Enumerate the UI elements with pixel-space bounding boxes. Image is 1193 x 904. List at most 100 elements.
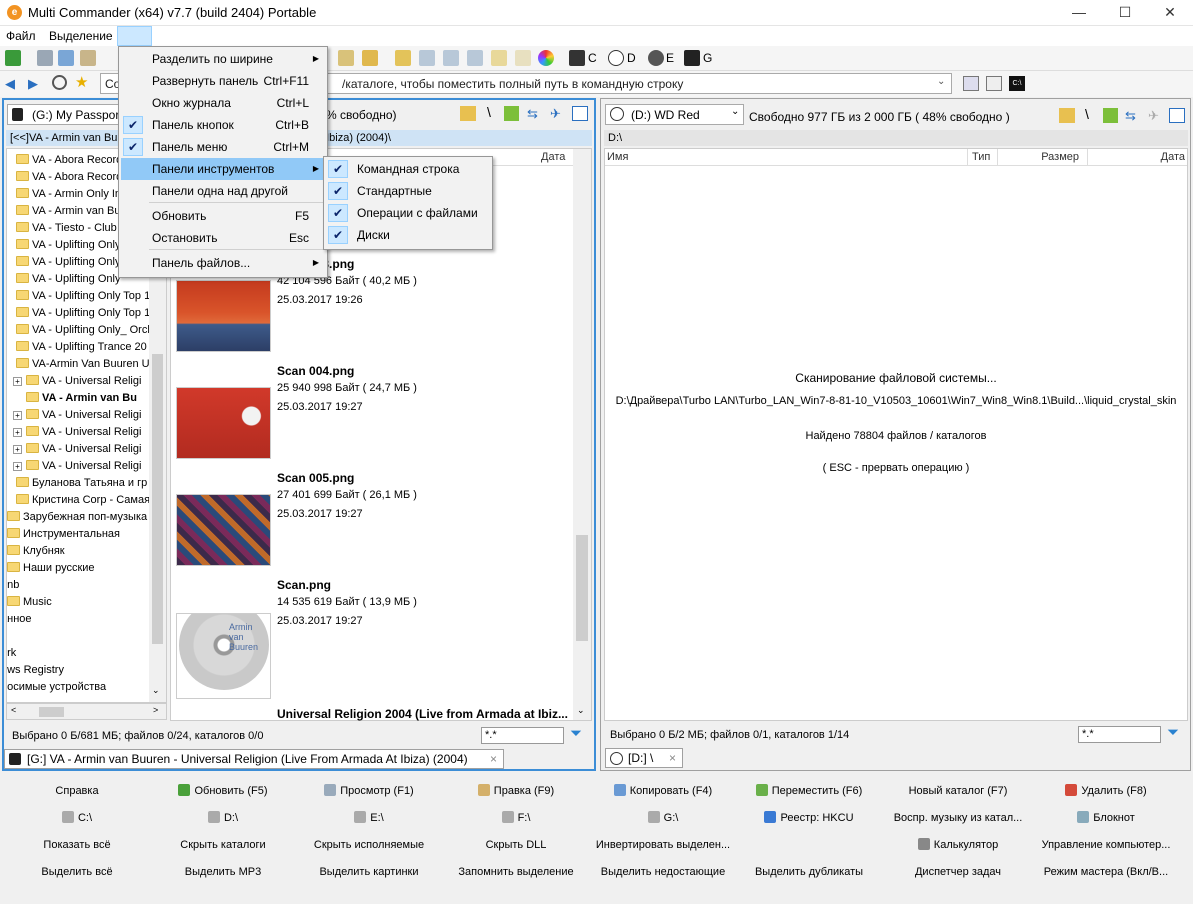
forward-icon[interactable]: ▶ — [28, 76, 38, 92]
tree-item[interactable]: ows Registry — [7, 662, 64, 679]
drive-e-icon[interactable] — [648, 50, 664, 66]
tree-item[interactable]: VA - Uplifting Only Top 1 — [16, 305, 150, 322]
menu-item[interactable]: Панель файлов... ▶ — [121, 252, 325, 274]
function-button[interactable]: Инвертировать выделен... — [590, 833, 736, 857]
tree-item[interactable]: Music — [7, 594, 52, 611]
function-button[interactable]: Правка (F9) — [443, 779, 589, 803]
function-button[interactable]: Калькулятор — [885, 833, 1031, 857]
menu-item[interactable]: Обновить F5 — [121, 205, 325, 227]
tree-item[interactable]: VA - Uplifting Trance 20 — [16, 339, 147, 356]
tree-item[interactable]: VA-Armin Van Buuren Ui — [16, 356, 152, 373]
function-button[interactable]: F:\ — [443, 806, 589, 830]
tree-item[interactable]: Клубняк — [7, 543, 65, 560]
notepad-icon[interactable] — [491, 50, 507, 66]
scroll-right-icon[interactable]: > — [153, 705, 158, 715]
menu-selection[interactable]: Выделение — [49, 29, 113, 43]
file-thumbnail[interactable] — [176, 387, 271, 459]
right-tab[interactable]: [D:] \ × — [605, 748, 683, 768]
layout-icon[interactable] — [963, 76, 979, 91]
refresh-icon[interactable] — [5, 50, 21, 66]
function-button[interactable]: Скрыть DLL — [443, 833, 589, 857]
favorite-folder-icon[interactable] — [460, 106, 476, 121]
tree-item[interactable]: VA - Uplifting Only — [16, 254, 120, 271]
function-button[interactable]: Выделить недостающие — [590, 860, 736, 884]
left-tab[interactable]: [G:] VA - Armin van Buuren - Universal R… — [4, 749, 504, 769]
drive-g-icon[interactable] — [684, 50, 700, 66]
function-button[interactable]: Управление компьютер... — [1033, 833, 1179, 857]
tree-item[interactable]: VA - Tiesto - Club L — [16, 220, 126, 237]
tree-item[interactable]: + VA - Universal Religi — [13, 441, 141, 458]
tree-item[interactable]: VA - Uplifting Only_ Orch — [16, 322, 153, 339]
submenu-item[interactable]: ✔ Диски — [326, 224, 490, 246]
tree-item[interactable]: + VA - Universal Religi — [13, 373, 141, 390]
color-icon[interactable] — [538, 50, 554, 66]
calc-icon[interactable] — [986, 76, 1002, 91]
right-filter-input[interactable]: *.* — [1078, 726, 1161, 743]
expand-icon[interactable]: + — [13, 428, 22, 437]
doc-icon[interactable] — [443, 50, 459, 66]
sync-icon[interactable]: ✈ — [1148, 108, 1159, 124]
wand-icon[interactable] — [515, 50, 531, 66]
folder-zip-icon[interactable] — [362, 50, 378, 66]
function-button[interactable]: G:\ — [590, 806, 736, 830]
file-name[interactable]: Scan 005.png — [277, 471, 354, 485]
filter-icon[interactable]: ⏷ — [570, 725, 582, 742]
tree-item[interactable]: + VA - Universal Religi — [13, 458, 141, 475]
edit-icon[interactable] — [338, 50, 354, 66]
function-button[interactable]: Диспетчер задач — [885, 860, 1031, 884]
file-thumbnail[interactable]: Armin van Buuren — [176, 613, 271, 699]
function-button[interactable]: Обновить (F5) — [150, 779, 296, 803]
minimize-button[interactable]: — — [1056, 0, 1102, 26]
submenu-item[interactable]: ✔ Операции с файлами — [326, 202, 490, 224]
expand-icon[interactable]: + — [13, 445, 22, 454]
maximize-button[interactable]: ☐ — [1102, 0, 1148, 26]
menu-item[interactable]: Остановить Esc — [121, 227, 325, 249]
tree-item[interactable]: VA - Armin van Bu — [16, 203, 120, 220]
drive-d-label[interactable]: D — [627, 51, 636, 65]
tree-scroll-thumb[interactable] — [152, 354, 163, 644]
tree-item[interactable]: VA - Uplifting Only Top 1 — [16, 288, 150, 305]
file-name[interactable]: Universal Religion 2004 (Live from Armad… — [277, 707, 573, 721]
menu-item[interactable]: Развернуть панель Ctrl+F11 — [121, 70, 325, 92]
function-button[interactable]: D:\ — [150, 806, 296, 830]
menu-item[interactable]: Разделить по ширине ▶ — [121, 48, 325, 70]
function-button[interactable]: C:\ — [4, 806, 150, 830]
right-file-list[interactable]: Имя Тип Размер Дата Сканирование файлово… — [604, 148, 1188, 721]
menu-item[interactable]: ✔ Панель меню Ctrl+M — [121, 136, 325, 158]
function-button[interactable]: Реестр: HKCU — [736, 806, 882, 830]
menu-file[interactable]: Файл — [6, 29, 36, 43]
function-button[interactable]: Блокнот — [1033, 806, 1179, 830]
tree-item[interactable]: ork — [7, 645, 16, 662]
tree-item[interactable]: анное — [7, 611, 32, 628]
right-drive-selector[interactable]: (D:) WD Red ⌄ — [605, 104, 744, 125]
tree-item[interactable]: носимые устройства — [7, 679, 106, 696]
filter-icon[interactable]: ⏷ — [1167, 724, 1179, 741]
menu-item[interactable]: Панели инструментов ▶ — [121, 158, 325, 180]
tree-item[interactable]: VA - Armin Only Int — [16, 186, 124, 203]
back-icon[interactable]: ◀ — [5, 76, 15, 92]
function-button[interactable]: Выделить MP3 — [150, 860, 296, 884]
swap-icon[interactable]: ⇆ — [527, 106, 542, 121]
tree-hscroll-thumb[interactable] — [39, 707, 64, 717]
chevron-down-icon[interactable]: ⌄ — [937, 76, 945, 87]
scroll-down-icon[interactable]: ⌄ — [577, 705, 585, 716]
kb-icon[interactable] — [395, 50, 411, 66]
drive-d-icon[interactable] — [608, 50, 624, 66]
tree-item[interactable]: Наши русские — [7, 560, 95, 577]
expand-icon[interactable]: + — [13, 377, 22, 386]
left-col-date[interactable]: Дата — [541, 151, 565, 163]
expand-icon[interactable]: + — [13, 462, 22, 471]
scroll-left-icon[interactable]: < — [11, 705, 16, 715]
function-button[interactable]: Запомнить выделение — [443, 860, 589, 884]
file-thumbnail[interactable] — [176, 280, 271, 352]
view-list-icon[interactable] — [1169, 108, 1185, 123]
right-col-date[interactable]: Дата — [1087, 149, 1187, 166]
left-drive-selector[interactable]: (G:) My Passport — [7, 104, 125, 125]
history-icon[interactable] — [52, 75, 67, 90]
drive-c-label[interactable]: C — [588, 51, 597, 65]
function-button[interactable]: Выделить дубликаты — [736, 860, 882, 884]
tree-item[interactable]: Кристина Corp - Самая — [16, 492, 150, 509]
function-button[interactable]: Выделить картинки — [296, 860, 442, 884]
file-name[interactable]: Scan.png — [277, 578, 331, 592]
function-button[interactable]: Скрыть исполняемые — [296, 833, 442, 857]
